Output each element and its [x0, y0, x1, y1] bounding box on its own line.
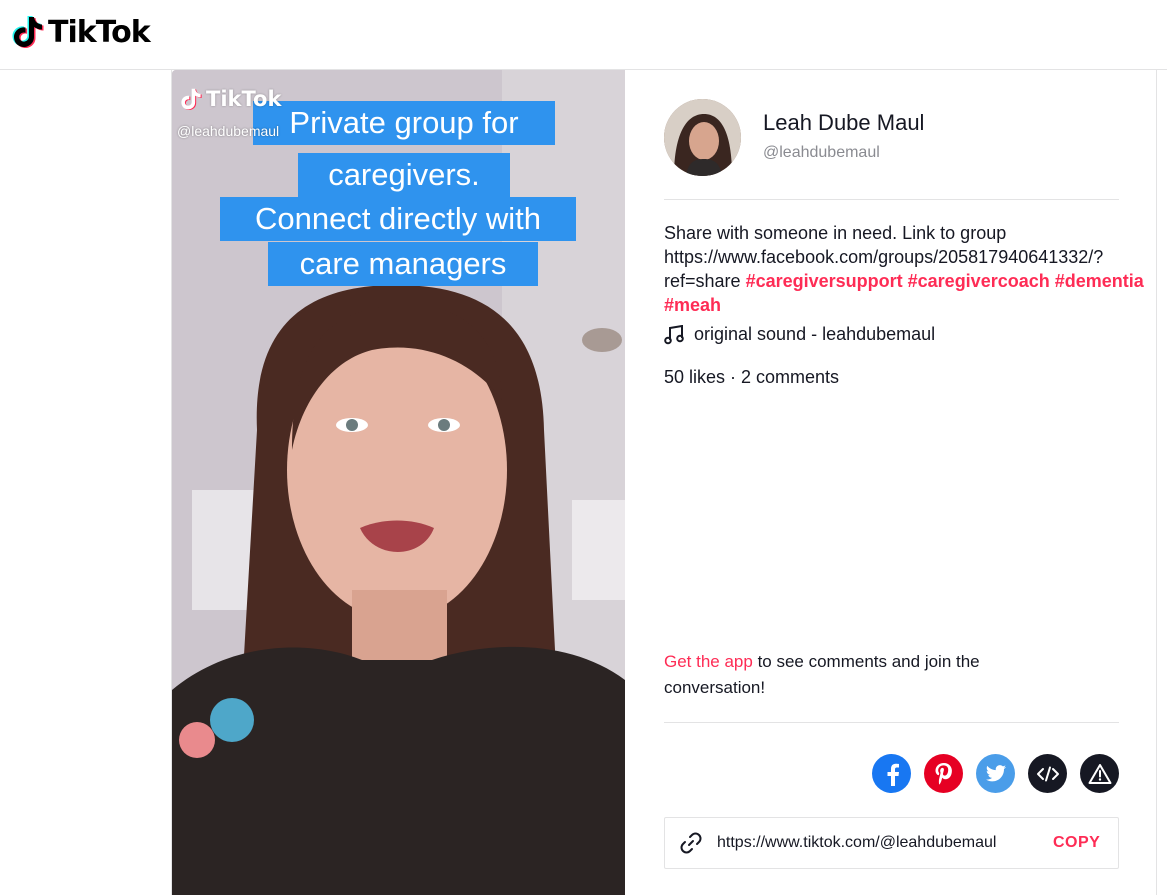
hashtag-link[interactable]: #dementia	[1055, 271, 1144, 291]
get-app-link[interactable]: Get the app	[664, 652, 753, 671]
share-buttons	[872, 754, 1119, 793]
video-card: Private group for caregivers. Connect di…	[171, 70, 1157, 895]
warning-icon	[1088, 763, 1111, 784]
avatar[interactable]	[664, 99, 741, 176]
avatar-image	[664, 99, 741, 176]
watermark-text: TikTok	[206, 87, 282, 111]
tiktok-note-icon	[12, 16, 44, 48]
sound-link[interactable]: original sound - leahdubemaul	[664, 324, 935, 345]
twitter-icon	[985, 764, 1006, 781]
engagement-stats: 50 likes · 2 comments	[664, 367, 840, 387]
twitter-share-button[interactable]	[976, 754, 1015, 793]
video-caption-line-4: care managers	[268, 242, 538, 286]
facebook-icon	[887, 763, 899, 786]
hashtag-link[interactable]: #meah	[664, 295, 721, 315]
hashtag-link[interactable]: #caregiversupport	[746, 271, 903, 291]
hashtag-link[interactable]: #caregivercoach	[908, 271, 1050, 291]
watermark-handle: @leahdubemaul	[177, 123, 280, 139]
info-panel: Leah Dube Maul @leahdubemaul Share with …	[664, 70, 1144, 895]
video-caption-line-1: Private group for	[253, 101, 555, 145]
pinterest-share-button[interactable]	[924, 754, 963, 793]
pinterest-icon	[935, 762, 952, 784]
tiktok-logo[interactable]: TikTok	[12, 12, 151, 52]
embed-code-icon	[1036, 766, 1059, 781]
author-handle[interactable]: @leahdubemaul	[763, 144, 880, 162]
sound-label: original sound - leahdubemaul	[694, 324, 936, 344]
tiktok-note-icon	[181, 88, 202, 110]
author-name[interactable]: Leah Dube Maul	[763, 110, 924, 136]
copy-button[interactable]: COPY	[1053, 834, 1100, 852]
video-watermark: TikTok	[180, 86, 281, 112]
report-button[interactable]	[1080, 754, 1119, 793]
video-caption-line-3: Connect directly with	[220, 197, 576, 241]
copy-link-url[interactable]: https://www.tiktok.com/@leahdubemaul	[717, 834, 1029, 852]
get-app-prompt: Get the app to see comments and join the…	[664, 649, 1074, 701]
copy-link-box: https://www.tiktok.com/@leahdubemaul COP…	[664, 817, 1119, 869]
link-icon	[680, 832, 702, 854]
embed-button[interactable]	[1028, 754, 1067, 793]
top-bar: TikTok	[0, 0, 1167, 70]
facebook-share-button[interactable]	[872, 754, 911, 793]
logo-text: TikTok	[48, 14, 151, 50]
author-row: Leah Dube Maul @leahdubemaul	[664, 99, 1119, 200]
video-player[interactable]: Private group for caregivers. Connect di…	[172, 70, 625, 895]
video-caption-line-2: caregivers.	[298, 153, 510, 197]
divider	[664, 722, 1119, 723]
music-note-icon	[664, 324, 684, 344]
video-description: Share with someone in need. Link to grou…	[664, 221, 1164, 317]
